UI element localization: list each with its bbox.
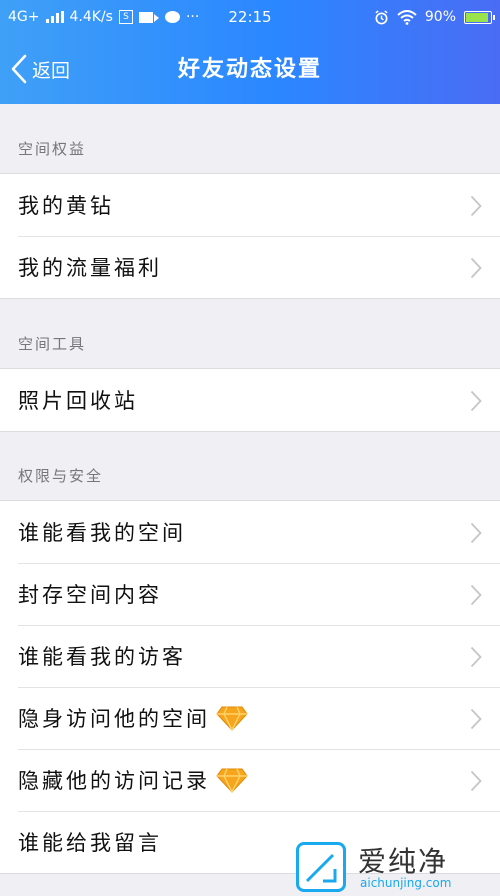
group-privacy-security: 谁能看我的空间 封存空间内容 谁能看我的访客 隐身访问他的空间 隐藏他的访问记录… bbox=[0, 500, 500, 874]
row-label: 我的黄钻 bbox=[18, 194, 114, 218]
chevron-right-icon bbox=[470, 770, 482, 792]
row-hide-visit-record[interactable]: 隐藏他的访问记录 bbox=[0, 749, 500, 811]
back-button[interactable]: 返回 bbox=[10, 34, 70, 104]
row-who-can-see-my-visitors[interactable]: 谁能看我的访客 bbox=[0, 625, 500, 687]
row-traffic-benefits[interactable]: 我的流量福利 bbox=[0, 236, 500, 298]
chevron-right-icon bbox=[470, 646, 482, 668]
chevron-right-icon bbox=[470, 708, 482, 730]
battery-icon bbox=[464, 10, 495, 24]
network-type: 4G+ bbox=[8, 9, 40, 25]
row-label: 谁能看我的空间 bbox=[18, 521, 186, 545]
chevron-right-icon bbox=[470, 522, 482, 544]
row-seal-space-content[interactable]: 封存空间内容 bbox=[0, 563, 500, 625]
group-space-benefits: 我的黄钻 我的流量福利 bbox=[0, 173, 500, 299]
section-header-privacy-security: 权限与安全 bbox=[18, 467, 104, 485]
group-space-tools: 照片回收站 bbox=[0, 368, 500, 432]
more-icon: ··· bbox=[185, 9, 200, 25]
page-title: 好友动态设置 bbox=[177, 56, 322, 82]
nav-bar: 返回 好友动态设置 bbox=[0, 34, 500, 104]
chevron-right-icon bbox=[470, 257, 482, 279]
s-notification-icon: S bbox=[118, 10, 133, 24]
watermark: 爱纯净 aichunjing.com bbox=[296, 836, 486, 896]
network-speed: 4.4K/s bbox=[69, 9, 113, 25]
row-yellow-diamond[interactable]: 我的黄钻 bbox=[0, 174, 500, 236]
row-photo-recycle-bin[interactable]: 照片回收站 bbox=[0, 369, 500, 431]
row-label: 谁能看我的访客 bbox=[18, 645, 186, 669]
status-bar: 4G+ 4.4K/s S ··· 22:15 90% bbox=[0, 0, 500, 34]
chevron-right-icon bbox=[470, 195, 482, 217]
chevron-right-icon bbox=[470, 390, 482, 412]
app-header: 4G+ 4.4K/s S ··· 22:15 90% 返回 好友动态设置 bbox=[0, 0, 500, 104]
signal-icon bbox=[45, 11, 64, 23]
watermark-text: 爱纯净 bbox=[358, 845, 449, 878]
video-icon bbox=[138, 11, 159, 23]
row-label: 我的流量福利 bbox=[18, 256, 162, 280]
yellow-diamond-icon bbox=[216, 768, 248, 793]
row-invisible-visit[interactable]: 隐身访问他的空间 bbox=[0, 687, 500, 749]
alarm-icon bbox=[375, 9, 388, 24]
yellow-diamond-icon bbox=[216, 706, 248, 731]
chevron-right-icon bbox=[470, 584, 482, 606]
section-header-space-benefits: 空间权益 bbox=[18, 140, 87, 158]
back-label: 返回 bbox=[32, 59, 71, 82]
row-label: 隐身访问他的空间 bbox=[18, 707, 210, 731]
watermark-url: aichunjing.com bbox=[360, 876, 452, 890]
battery-percent: 90% bbox=[424, 9, 456, 25]
wifi-icon bbox=[397, 9, 417, 25]
section-header-space-tools: 空间工具 bbox=[18, 335, 87, 353]
message-icon bbox=[164, 11, 180, 23]
chevron-left-icon bbox=[11, 54, 27, 84]
row-label: 封存空间内容 bbox=[18, 583, 162, 607]
row-who-can-see-my-space[interactable]: 谁能看我的空间 bbox=[0, 501, 500, 563]
watermark-logo-icon bbox=[296, 842, 346, 892]
row-label: 照片回收站 bbox=[18, 389, 138, 413]
row-label: 隐藏他的访问记录 bbox=[18, 769, 210, 793]
row-label: 谁能给我留言 bbox=[18, 831, 162, 855]
